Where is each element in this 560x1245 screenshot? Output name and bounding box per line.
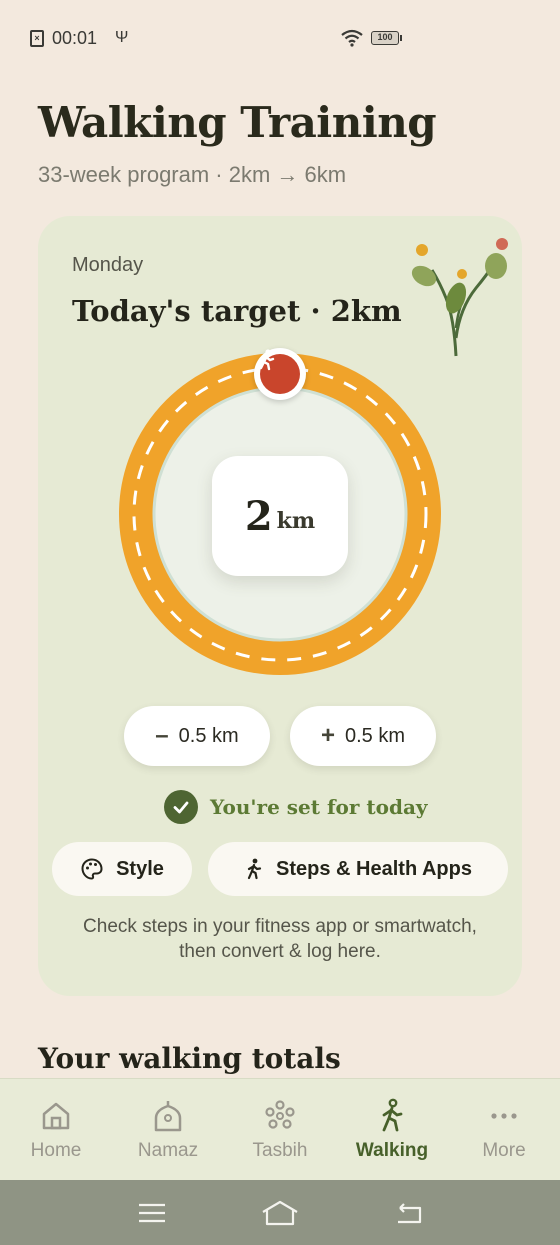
- card-note: Check steps in your fitness app or smart…: [83, 916, 477, 962]
- target-title: Today's target · 2km: [72, 294, 402, 328]
- km-display: 2 km: [212, 456, 348, 576]
- nav-label-home: Home: [30, 1139, 82, 1161]
- battery-level: 100: [371, 31, 399, 45]
- back-icon[interactable]: [394, 1202, 422, 1224]
- set-status: You're set for today: [164, 790, 428, 824]
- menu-icon[interactable]: [138, 1202, 166, 1224]
- nav-item-walking[interactable]: Walking: [336, 1079, 448, 1180]
- increase-distance-button[interactable]: + 0.5 km: [290, 706, 436, 766]
- status-left: × 00:01 Ψ: [30, 28, 128, 49]
- walking-icon: [382, 1098, 403, 1131]
- battery-icon: 100: [371, 31, 402, 45]
- plus-icon: +: [320, 722, 335, 749]
- style-label: Style: [116, 857, 164, 880]
- nav-item-tasbih[interactable]: Tasbih: [224, 1079, 336, 1180]
- palette-icon: [81, 858, 103, 880]
- km-unit: km: [276, 508, 316, 534]
- totals-title: Your walking totals: [38, 1042, 341, 1075]
- walking-person-icon: [259, 349, 275, 371]
- more-icon: [491, 1112, 517, 1119]
- steps-health-apps-button[interactable]: Steps & Health Apps: [208, 842, 508, 896]
- nav-label-more: More: [482, 1139, 526, 1161]
- set-message: You're set for today: [210, 795, 428, 819]
- status-bar: × 00:01 Ψ 100: [0, 0, 560, 76]
- decrease-label: 0.5 km: [178, 724, 239, 747]
- status-right: 100: [341, 29, 402, 47]
- nav-item-more[interactable]: More: [448, 1079, 560, 1180]
- system-nav-bar: [0, 1180, 560, 1245]
- sim-icon: ×: [30, 29, 44, 47]
- page-title: Walking Training: [38, 98, 437, 147]
- bottom-nav: Home Namaz Tasbih Walking More: [0, 1078, 560, 1180]
- usb-icon: Ψ: [115, 29, 129, 46]
- nav-item-home[interactable]: Home: [0, 1079, 112, 1180]
- style-button[interactable]: Style: [52, 842, 192, 896]
- day-label: Monday: [72, 254, 144, 276]
- today-card: Monday Today's target · 2km 2 km – 0.5 k…: [38, 216, 522, 996]
- status-time: 00:01: [52, 27, 98, 48]
- nav-item-namaz[interactable]: Namaz: [112, 1079, 224, 1180]
- nav-label-namaz: Namaz: [137, 1139, 199, 1161]
- home-system-icon[interactable]: [261, 1200, 299, 1226]
- increase-label: 0.5 km: [344, 724, 406, 747]
- page-subtitle: 33-week program · 2km → 6km: [38, 162, 347, 187]
- walker-badge: [254, 348, 306, 400]
- wifi-icon: [341, 29, 363, 47]
- decrease-distance-button[interactable]: – 0.5 km: [124, 706, 270, 766]
- check-icon: [164, 790, 198, 824]
- namaz-icon: [154, 1100, 182, 1131]
- tasbih-icon: [265, 1099, 295, 1129]
- plant-illustration: [411, 238, 508, 357]
- nav-label-walking: Walking: [355, 1139, 429, 1161]
- home-icon: [42, 1102, 70, 1129]
- nav-label-tasbih: Tasbih: [252, 1139, 308, 1161]
- km-value: 2: [244, 492, 273, 540]
- steps-label: Steps & Health Apps: [276, 857, 472, 880]
- minus-icon: –: [155, 722, 169, 749]
- walking-icon: [247, 858, 262, 880]
- progress-ring: 2 km: [118, 348, 442, 676]
